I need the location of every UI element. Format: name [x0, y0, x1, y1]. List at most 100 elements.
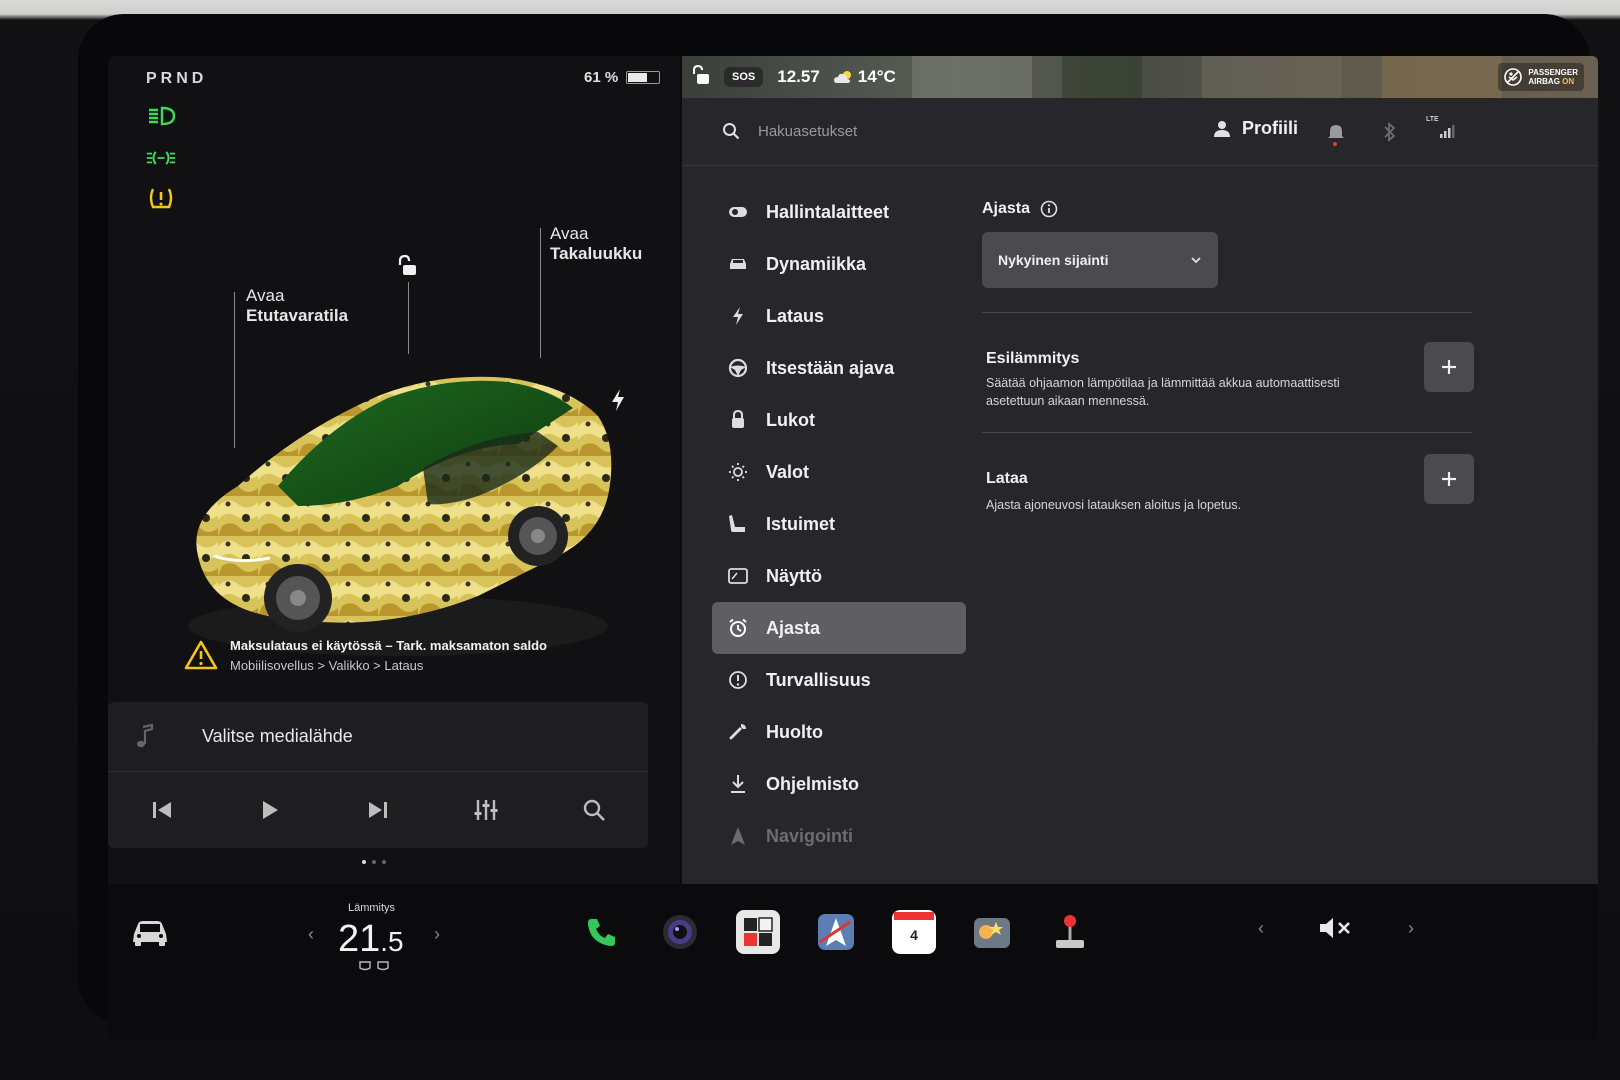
menu-item-huolto[interactable]: Huolto — [712, 706, 966, 758]
search-icon — [723, 123, 740, 140]
menu-item-valot[interactable]: Valot — [712, 446, 966, 498]
car-icon — [728, 254, 748, 274]
user-icon — [1214, 120, 1230, 137]
menu-item-label: Istuimet — [766, 513, 836, 534]
weather: 14°C — [833, 67, 896, 87]
play-button[interactable] — [253, 793, 287, 827]
page-dot — [382, 860, 386, 864]
volume-control: ‹ › — [1258, 916, 1414, 940]
headlight-indicator-icon — [146, 104, 176, 128]
battery-icon — [626, 71, 661, 84]
menu-item-lukot[interactable]: Lukot — [712, 394, 966, 446]
alert-circle-icon — [728, 670, 748, 690]
battery-fill — [628, 73, 647, 82]
outside-temperature: 14°C — [857, 67, 896, 86]
unlock-icon[interactable] — [396, 254, 420, 278]
add-preheat-button[interactable] — [1424, 342, 1474, 392]
entertainment-app-icon[interactable] — [970, 910, 1014, 954]
menu-item-label: Dynamiikka — [766, 253, 867, 274]
settings-panel: SOS 12.57 14°C PASSENGER AIRBAG ON Hakua… — [682, 56, 1598, 884]
lock-icon — [728, 410, 748, 430]
settings-menu: Hallintalaitteet Dynamiikka Lataus Itsestää… — [712, 186, 966, 862]
menu-item-itsestään-ajava[interactable]: Itsestään ajava — [712, 342, 966, 394]
toggle-icon — [728, 202, 748, 222]
media-source-row[interactable]: Valitse medialähde — [108, 702, 648, 772]
map-tile — [1202, 56, 1342, 98]
menu-item-label: Huolto — [766, 721, 823, 742]
location-dropdown[interactable]: Nykyinen sijainti — [982, 232, 1218, 288]
charge-title: Lataa — [986, 470, 1028, 487]
menu-item-label: Lukot — [766, 409, 815, 430]
previous-track-button[interactable] — [145, 793, 179, 827]
plus-icon — [1442, 472, 1456, 486]
volume-up-chevron-icon[interactable]: › — [1408, 918, 1414, 939]
menu-item-lataus[interactable]: Lataus — [712, 290, 966, 342]
bolt-icon — [728, 306, 748, 326]
alert-path: Mobiilisovellus > Valikko > Lataus — [230, 658, 424, 673]
alarm-clock-icon — [728, 618, 748, 638]
sun-icon — [728, 462, 748, 482]
notifications-bell-icon[interactable] — [1324, 120, 1348, 146]
menu-item-label: Ohjelmisto — [766, 773, 860, 794]
trunk-label[interactable]: Avaa Takaluukku — [550, 224, 642, 264]
heating-label: Lämmitys — [348, 902, 396, 914]
car-icon — [133, 921, 167, 946]
vehicle-model-image[interactable] — [178, 336, 618, 666]
chevron-down-icon — [1191, 257, 1201, 264]
car-controls-button[interactable] — [130, 918, 170, 953]
menu-item-label: Lataus — [766, 305, 825, 326]
section-divider — [982, 432, 1472, 433]
location-value: Nykyinen sijainti — [998, 252, 1109, 268]
preheat-title: Esilämmitys — [986, 350, 1080, 367]
battery-percent: 61 % — [584, 69, 619, 86]
toybox-app-icon[interactable] — [736, 910, 780, 954]
volume-down-chevron-icon[interactable]: ‹ — [1258, 918, 1264, 939]
map-tile — [1382, 56, 1502, 98]
plus-icon — [1442, 360, 1456, 374]
menu-item-ajasta[interactable]: Ajasta — [712, 602, 966, 654]
menu-item-dynamiikka[interactable]: Dynamiikka — [712, 238, 966, 290]
add-charge-schedule-button[interactable] — [1424, 454, 1474, 504]
profile-button[interactable]: Profiili — [1214, 118, 1298, 139]
unlocked-status-icon[interactable] — [692, 64, 710, 90]
schedule-title: Ajasta — [982, 200, 1031, 217]
climate-control[interactable]: ‹ Lämmitys 21.5 › — [308, 896, 448, 976]
seat-heater-icon[interactable] — [358, 960, 392, 972]
status-bar-map: SOS 12.57 14°C PASSENGER AIRBAG ON — [682, 56, 1598, 98]
equalizer-button[interactable] — [469, 793, 503, 827]
payment-alert[interactable]: Maksulataus ei käytössä – Tark. maksamat… — [184, 634, 604, 684]
calendar-app-icon[interactable]: 4 — [892, 910, 936, 954]
map-tile — [1062, 56, 1142, 98]
phone-app-icon[interactable] — [580, 910, 624, 954]
temp-increase-chevron-icon[interactable]: › — [434, 924, 440, 945]
frunk-action: Avaa — [246, 286, 285, 305]
navigation-app-icon[interactable] — [814, 910, 858, 954]
passenger-airbag-status: PASSENGER AIRBAG ON — [1498, 63, 1584, 91]
preheat-description: Säätää ohjaamon lämpötilaa ja lämmittää … — [986, 376, 1340, 408]
calendar-day: 4 — [910, 927, 918, 943]
info-icon[interactable] — [1040, 200, 1058, 218]
media-search-button[interactable] — [577, 793, 611, 827]
frunk-label[interactable]: Avaa Etutavaratila — [246, 286, 348, 326]
bluetooth-icon[interactable] — [1378, 120, 1402, 144]
touchscreen: PRND 61 % Avaa Etutavaratila Avaa Takalu… — [108, 56, 1598, 1040]
menu-item-hallintalaitteet[interactable]: Hallintalaitteet — [712, 186, 966, 238]
menu-item-näyttö[interactable]: Näyttö — [712, 550, 966, 602]
menu-item-istuimet[interactable]: Istuimet — [712, 498, 966, 550]
camera-app-icon[interactable] — [658, 910, 702, 954]
parking-lights-indicator-icon — [146, 146, 176, 170]
settings-search[interactable]: Hakuasetukset — [722, 122, 857, 140]
sos-button[interactable]: SOS — [724, 67, 764, 87]
arcade-joystick-icon[interactable] — [1048, 910, 1092, 954]
next-track-button[interactable] — [361, 793, 395, 827]
volume-muted-icon[interactable] — [1318, 916, 1354, 940]
temp-decrease-chevron-icon[interactable]: ‹ — [308, 924, 314, 945]
trunk-name: Takaluukku — [550, 244, 643, 263]
search-input[interactable]: Hakuasetukset — [758, 123, 857, 140]
warning-triangle-icon — [184, 640, 218, 670]
menu-item-turvallisuus[interactable]: Turvallisuus — [712, 654, 966, 706]
menu-item-ohjelmisto[interactable]: Ohjelmisto — [712, 758, 966, 810]
menu-item-navigointi[interactable]: Navigointi — [712, 810, 966, 862]
menu-item-label: Turvallisuus — [766, 669, 871, 690]
schedule-heading: Ajasta — [982, 200, 1058, 218]
